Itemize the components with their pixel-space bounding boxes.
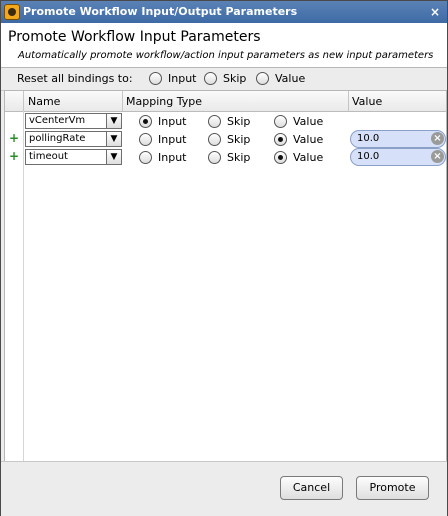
dialog-header: Promote Workflow Input Parameters Automa… <box>1 23 447 68</box>
column-header-name[interactable]: Name <box>28 95 60 108</box>
cancel-button[interactable]: Cancel <box>280 476 343 500</box>
reset-input-radio[interactable] <box>149 72 162 85</box>
mapping-input-label: Input <box>158 151 187 164</box>
parameter-name-text: vCenterVm <box>29 115 86 126</box>
mapping-value-label: Value <box>293 115 324 128</box>
plus-icon: + <box>9 131 20 145</box>
chevron-down-icon[interactable]: ▼ <box>106 114 121 128</box>
plus-icon: + <box>9 149 20 163</box>
window-title: Promote Workflow Input/Output Parameters <box>23 5 298 18</box>
parameter-name-dropdown[interactable]: vCenterVm ▼ <box>25 113 122 129</box>
reset-skip-radio[interactable] <box>204 72 217 85</box>
parameter-name-text: timeout <box>29 151 68 162</box>
table-row: + pollingRate ▼ Input Skip Value 10.0 × <box>5 130 446 148</box>
mapping-input-label: Input <box>158 115 187 128</box>
mapping-value-radio[interactable] <box>274 115 287 128</box>
dialog-window: Promote Workflow Input/Output Parameters… <box>0 0 448 516</box>
value-input[interactable]: 10.0 × <box>350 148 446 166</box>
mapping-skip-label: Skip <box>227 151 251 164</box>
clear-icon[interactable]: × <box>431 150 444 163</box>
reset-value-radio[interactable] <box>256 72 269 85</box>
mapping-skip-label: Skip <box>227 133 251 146</box>
table-row: + timeout ▼ Input Skip Value 10.0 × <box>5 148 446 166</box>
parameter-name-dropdown[interactable]: timeout ▼ <box>25 149 122 165</box>
app-icon <box>4 4 20 20</box>
mapping-skip-radio[interactable] <box>208 151 221 164</box>
value-input[interactable]: 10.0 × <box>350 130 446 148</box>
header-title: Promote Workflow Input Parameters <box>8 29 261 45</box>
table-header: Name Mapping Type Value <box>5 91 446 112</box>
parameter-name-dropdown[interactable]: pollingRate ▼ <box>25 131 122 147</box>
reset-value-label: Value <box>275 72 306 85</box>
reset-label: Reset all bindings to: <box>17 72 133 85</box>
dialog-footer: Cancel Promote <box>1 461 447 516</box>
parameters-table: Name Mapping Type Value vCenterVm ▼ Inpu… <box>4 90 447 463</box>
mapping-value-radio[interactable] <box>274 133 287 146</box>
mapping-value-radio[interactable] <box>274 151 287 164</box>
parameter-name-text: pollingRate <box>29 133 86 144</box>
chevron-down-icon[interactable]: ▼ <box>106 132 121 146</box>
chevron-down-icon[interactable]: ▼ <box>106 150 121 164</box>
value-input-text: 10.0 <box>357 151 380 162</box>
column-header-value[interactable]: Value <box>352 95 382 108</box>
mapping-skip-label: Skip <box>227 115 251 128</box>
reset-input-label: Input <box>168 72 197 85</box>
column-divider <box>122 91 123 111</box>
column-header-mapping-type[interactable]: Mapping Type <box>126 95 202 108</box>
mapping-value-label: Value <box>293 133 324 146</box>
title-bar[interactable]: Promote Workflow Input/Output Parameters… <box>1 1 447 23</box>
header-subtitle: Automatically promote workflow/action in… <box>18 50 434 61</box>
value-input-text: 10.0 <box>357 133 380 144</box>
promote-button[interactable]: Promote <box>356 476 429 500</box>
mapping-skip-radio[interactable] <box>208 115 221 128</box>
mapping-value-label: Value <box>293 151 324 164</box>
mapping-input-radio[interactable] <box>139 115 152 128</box>
mapping-input-radio[interactable] <box>139 151 152 164</box>
reset-bindings-row: Reset all bindings to: Input Skip Value <box>1 68 447 91</box>
column-divider <box>23 91 24 111</box>
clear-icon[interactable]: × <box>431 132 444 145</box>
mapping-input-label: Input <box>158 133 187 146</box>
close-icon[interactable]: × <box>427 4 443 20</box>
table-row: vCenterVm ▼ Input Skip Value <box>5 112 446 130</box>
mapping-input-radio[interactable] <box>139 133 152 146</box>
column-divider <box>348 91 349 111</box>
mapping-skip-radio[interactable] <box>208 133 221 146</box>
reset-skip-label: Skip <box>223 72 247 85</box>
